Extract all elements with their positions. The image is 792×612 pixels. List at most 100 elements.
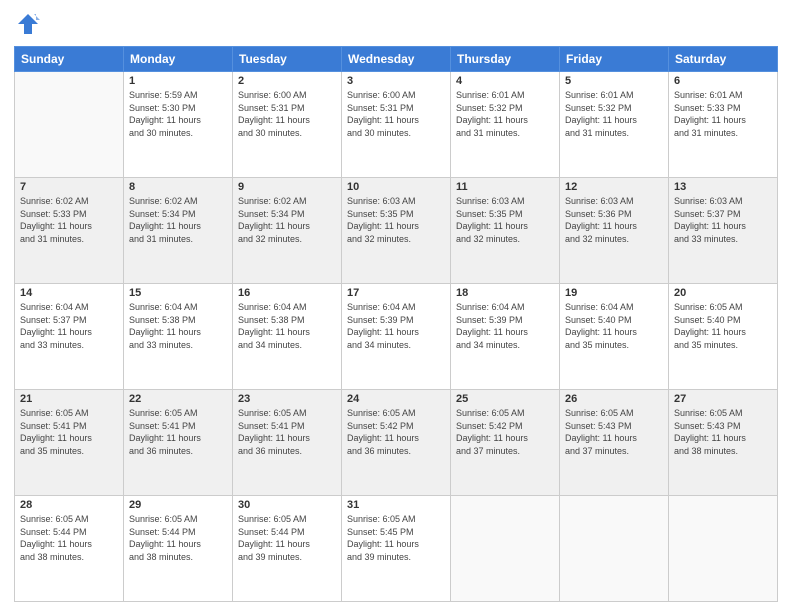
weekday-header-tuesday: Tuesday xyxy=(233,47,342,72)
calendar-week-5: 28 Sunrise: 6:05 AM Sunset: 5:44 PM Dayli… xyxy=(15,496,778,602)
day-number: 5 xyxy=(565,75,663,87)
calendar-cell: 11Sunrise: 6:03 AM Sunset: 5:35 PM Dayli… xyxy=(451,178,560,284)
day-number: 24 xyxy=(347,393,445,405)
day-number: 25 xyxy=(456,393,554,405)
calendar-cell: 15 Sunrise: 6:04 AM Sunset: 5:38 PM Dayli… xyxy=(124,284,233,390)
day-number: 8 xyxy=(129,181,227,193)
calendar-cell: 18 Sunrise: 6:04 AM Sunset: 5:39 PM Dayli… xyxy=(451,284,560,390)
day-info: Sunrise: 6:05 AM Sunset: 5:41 PM Dayligh… xyxy=(129,407,227,457)
day-info: Sunrise: 6:05 AM Sunset: 5:41 PM Dayligh… xyxy=(238,407,336,457)
day-number: 29 xyxy=(129,499,227,511)
calendar-cell: 3 Sunrise: 6:00 AM Sunset: 5:31 PM Daylig… xyxy=(342,72,451,178)
day-info: Sunrise: 6:05 AM Sunset: 5:44 PM Dayligh… xyxy=(129,513,227,563)
calendar-cell: 14 Sunrise: 6:04 AM Sunset: 5:37 PM Dayli… xyxy=(15,284,124,390)
day-number: 10 xyxy=(347,181,445,193)
day-info: Sunrise: 6:01 AM Sunset: 5:33 PM Dayligh… xyxy=(674,89,772,139)
calendar-cell: 4 Sunrise: 6:01 AM Sunset: 5:32 PM Daylig… xyxy=(451,72,560,178)
day-number: 28 xyxy=(20,499,118,511)
calendar-cell: 2 Sunrise: 6:00 AM Sunset: 5:31 PM Daylig… xyxy=(233,72,342,178)
day-number: 14 xyxy=(20,287,118,299)
day-number: 23 xyxy=(238,393,336,405)
day-number: 18 xyxy=(456,287,554,299)
calendar-week-4: 21 Sunrise: 6:05 AM Sunset: 5:41 PM Dayli… xyxy=(15,390,778,496)
day-info: Sunrise: 6:02 AM Sunset: 5:33 PM Dayligh… xyxy=(20,195,118,245)
calendar-cell: 6 Sunrise: 6:01 AM Sunset: 5:33 PM Daylig… xyxy=(669,72,778,178)
logo-icon xyxy=(14,10,42,38)
day-number: 26 xyxy=(565,393,663,405)
calendar-cell: 23 Sunrise: 6:05 AM Sunset: 5:41 PM Dayli… xyxy=(233,390,342,496)
day-info: Sunrise: 6:05 AM Sunset: 5:45 PM Dayligh… xyxy=(347,513,445,563)
calendar-cell: 29 Sunrise: 6:05 AM Sunset: 5:44 PM Dayli… xyxy=(124,496,233,602)
day-number: 2 xyxy=(238,75,336,87)
weekday-header-saturday: Saturday xyxy=(669,47,778,72)
calendar-cell: 28 Sunrise: 6:05 AM Sunset: 5:44 PM Dayli… xyxy=(15,496,124,602)
calendar-cell: 22 Sunrise: 6:05 AM Sunset: 5:41 PM Dayli… xyxy=(124,390,233,496)
calendar-cell: 7 Sunrise: 6:02 AM Sunset: 5:33 PM Daylig… xyxy=(15,178,124,284)
day-info: Sunrise: 6:02 AM Sunset: 5:34 PM Dayligh… xyxy=(129,195,227,245)
day-number: 4 xyxy=(456,75,554,87)
header xyxy=(14,10,778,38)
calendar-cell: 24 Sunrise: 6:05 AM Sunset: 5:42 PM Dayli… xyxy=(342,390,451,496)
day-number: 21 xyxy=(20,393,118,405)
weekday-header-row: SundayMondayTuesdayWednesdayThursdayFrid… xyxy=(15,47,778,72)
weekday-header-monday: Monday xyxy=(124,47,233,72)
calendar-cell: 25 Sunrise: 6:05 AM Sunset: 5:42 PM Dayli… xyxy=(451,390,560,496)
calendar-cell: 31Sunrise: 6:05 AM Sunset: 5:45 PM Dayli… xyxy=(342,496,451,602)
day-info: Sunrise: 6:00 AM Sunset: 5:31 PM Dayligh… xyxy=(347,89,445,139)
day-info: Sunrise: 6:03 AM Sunset: 5:36 PM Dayligh… xyxy=(565,195,663,245)
calendar-cell: 13Sunrise: 6:03 AM Sunset: 5:37 PM Dayli… xyxy=(669,178,778,284)
calendar-cell: 21 Sunrise: 6:05 AM Sunset: 5:41 PM Dayli… xyxy=(15,390,124,496)
day-info: Sunrise: 6:00 AM Sunset: 5:31 PM Dayligh… xyxy=(238,89,336,139)
day-info: Sunrise: 6:04 AM Sunset: 5:38 PM Dayligh… xyxy=(129,301,227,351)
day-info: Sunrise: 6:01 AM Sunset: 5:32 PM Dayligh… xyxy=(456,89,554,139)
calendar-cell: 16 Sunrise: 6:04 AM Sunset: 5:38 PM Dayli… xyxy=(233,284,342,390)
calendar-cell: 12Sunrise: 6:03 AM Sunset: 5:36 PM Dayli… xyxy=(560,178,669,284)
calendar-cell xyxy=(451,496,560,602)
day-info: Sunrise: 6:05 AM Sunset: 5:42 PM Dayligh… xyxy=(456,407,554,457)
calendar-cell: 17 Sunrise: 6:04 AM Sunset: 5:39 PM Dayli… xyxy=(342,284,451,390)
calendar-cell: 9 Sunrise: 6:02 AM Sunset: 5:34 PM Daylig… xyxy=(233,178,342,284)
day-info: Sunrise: 6:04 AM Sunset: 5:38 PM Dayligh… xyxy=(238,301,336,351)
calendar-week-2: 7 Sunrise: 6:02 AM Sunset: 5:33 PM Daylig… xyxy=(15,178,778,284)
day-number: 16 xyxy=(238,287,336,299)
calendar-cell: 10Sunrise: 6:03 AM Sunset: 5:35 PM Dayli… xyxy=(342,178,451,284)
calendar-cell xyxy=(560,496,669,602)
day-info: Sunrise: 6:05 AM Sunset: 5:42 PM Dayligh… xyxy=(347,407,445,457)
calendar-cell xyxy=(669,496,778,602)
day-info: Sunrise: 6:05 AM Sunset: 5:41 PM Dayligh… xyxy=(20,407,118,457)
calendar-cell: 20Sunrise: 6:05 AM Sunset: 5:40 PM Dayli… xyxy=(669,284,778,390)
day-info: Sunrise: 6:04 AM Sunset: 5:39 PM Dayligh… xyxy=(456,301,554,351)
calendar-cell: 8 Sunrise: 6:02 AM Sunset: 5:34 PM Daylig… xyxy=(124,178,233,284)
day-info: Sunrise: 6:05 AM Sunset: 5:43 PM Dayligh… xyxy=(674,407,772,457)
day-number: 15 xyxy=(129,287,227,299)
day-info: Sunrise: 6:05 AM Sunset: 5:44 PM Dayligh… xyxy=(238,513,336,563)
weekday-header-thursday: Thursday xyxy=(451,47,560,72)
day-info: Sunrise: 6:05 AM Sunset: 5:40 PM Dayligh… xyxy=(674,301,772,351)
weekday-header-sunday: Sunday xyxy=(15,47,124,72)
day-number: 11 xyxy=(456,181,554,193)
calendar-week-1: 1Sunrise: 5:59 AM Sunset: 5:30 PM Daylig… xyxy=(15,72,778,178)
calendar-cell: 5 Sunrise: 6:01 AM Sunset: 5:32 PM Daylig… xyxy=(560,72,669,178)
calendar-cell: 1Sunrise: 5:59 AM Sunset: 5:30 PM Daylig… xyxy=(124,72,233,178)
day-number: 17 xyxy=(347,287,445,299)
page: SundayMondayTuesdayWednesdayThursdayFrid… xyxy=(0,0,792,612)
day-number: 27 xyxy=(674,393,772,405)
day-info: Sunrise: 6:04 AM Sunset: 5:40 PM Dayligh… xyxy=(565,301,663,351)
calendar-week-3: 14 Sunrise: 6:04 AM Sunset: 5:37 PM Dayli… xyxy=(15,284,778,390)
calendar-cell: 26Sunrise: 6:05 AM Sunset: 5:43 PM Dayli… xyxy=(560,390,669,496)
day-number: 7 xyxy=(20,181,118,193)
day-number: 1 xyxy=(129,75,227,87)
day-info: Sunrise: 6:05 AM Sunset: 5:44 PM Dayligh… xyxy=(20,513,118,563)
day-info: Sunrise: 6:03 AM Sunset: 5:37 PM Dayligh… xyxy=(674,195,772,245)
day-number: 9 xyxy=(238,181,336,193)
day-info: Sunrise: 6:04 AM Sunset: 5:37 PM Dayligh… xyxy=(20,301,118,351)
day-info: Sunrise: 6:04 AM Sunset: 5:39 PM Dayligh… xyxy=(347,301,445,351)
day-number: 30 xyxy=(238,499,336,511)
day-number: 22 xyxy=(129,393,227,405)
calendar-cell: 30 Sunrise: 6:05 AM Sunset: 5:44 PM Dayli… xyxy=(233,496,342,602)
day-number: 3 xyxy=(347,75,445,87)
day-number: 6 xyxy=(674,75,772,87)
day-info: Sunrise: 6:01 AM Sunset: 5:32 PM Dayligh… xyxy=(565,89,663,139)
day-number: 19 xyxy=(565,287,663,299)
day-info: Sunrise: 6:02 AM Sunset: 5:34 PM Dayligh… xyxy=(238,195,336,245)
